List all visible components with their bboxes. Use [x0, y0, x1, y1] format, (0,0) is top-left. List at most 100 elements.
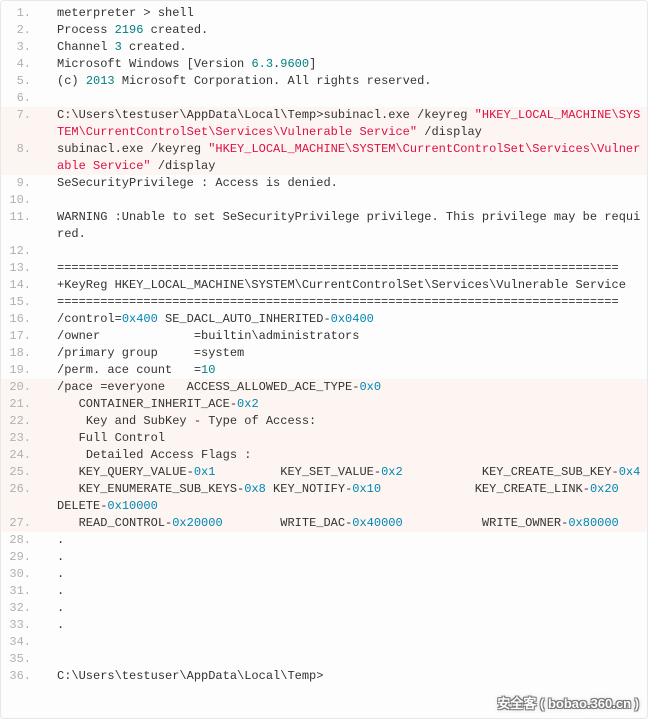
line-content[interactable]: .	[57, 566, 647, 583]
line-content[interactable]	[57, 651, 647, 668]
code-token: WRITE_DAC-	[223, 516, 353, 530]
line-number: 6.	[1, 90, 39, 107]
line-content[interactable]: WARNING :Unable to set SeSecurityPrivile…	[57, 209, 647, 243]
code-token: Channel	[57, 40, 115, 54]
line-content[interactable]: READ_CONTROL-0x20000 WRITE_DAC-0x40000 W…	[57, 515, 647, 532]
line-content[interactable]: .	[57, 583, 647, 600]
code-line: 22. Key and SubKey - Type of Access:	[1, 413, 647, 430]
code-line: 8.subinacl.exe /keyreg "HKEY_LOCAL_MACHI…	[1, 141, 647, 175]
line-number: 24.	[1, 447, 39, 464]
line-number: 17.	[1, 328, 39, 345]
code-token: KEY_CREATE_LINK-	[381, 482, 590, 496]
code-token: +KeyReg HKEY_LOCAL_MACHINE\SYSTEM\Curren…	[57, 278, 626, 292]
line-number: 12.	[1, 243, 39, 260]
code-line: 18./primary group =system	[1, 345, 647, 362]
line-content[interactable]: C:\Users\testuser\AppData\Local\Temp>sub…	[57, 107, 647, 141]
code-token: > shell	[143, 6, 193, 20]
code-token: 9600	[280, 57, 309, 71]
line-content[interactable]	[57, 634, 647, 651]
code-token: C:\Users\testuser\AppData\Local\Temp>sub…	[57, 108, 475, 122]
code-token: 0x10000	[107, 499, 157, 513]
code-token: Microsoft Corporation. All rights reserv…	[115, 74, 432, 88]
code-token: KEY_ENUMERATE_SUB_KEYS-	[57, 482, 244, 496]
line-number: 23.	[1, 430, 39, 447]
code-line: 16./control=0x400 SE_DACL_AUTO_INHERITED…	[1, 311, 647, 328]
line-content[interactable]: SeSecurityPrivilege : Access is denied.	[57, 175, 647, 192]
code-line: 36.C:\Users\testuser\AppData\Local\Temp>	[1, 668, 647, 685]
code-line: 11.WARNING :Unable to set SeSecurityPriv…	[1, 209, 647, 243]
code-token: Full Control	[57, 431, 165, 445]
line-content[interactable]: Process 2196 created.	[57, 22, 647, 39]
line-content[interactable]	[57, 243, 647, 260]
code-token	[57, 91, 64, 105]
code-token: /display	[151, 159, 216, 173]
code-token: 0x8	[244, 482, 266, 496]
code-token: subinacl.exe /keyreg	[57, 142, 208, 156]
line-content[interactable]: /owner =builtin\administrators	[57, 328, 647, 345]
code-token: 0x0400	[331, 312, 374, 326]
code-line: 3. Channel 3 created.	[1, 39, 647, 56]
line-number: 7.	[1, 107, 39, 124]
line-content[interactable]: meterpreter > shell	[57, 5, 647, 22]
line-number: 10.	[1, 192, 39, 209]
line-content[interactable]: .	[57, 549, 647, 566]
code-block[interactable]: 1.meterpreter > shell2.Process 2196 crea…	[1, 1, 647, 689]
line-number: 34.	[1, 634, 39, 651]
line-content[interactable]: /pace =everyone ACCESS_ALLOWED_ACE_TYPE-…	[57, 379, 647, 396]
code-line: 23. Full Control	[1, 430, 647, 447]
code-token: Detailed Access Flags :	[57, 448, 251, 462]
code-token: KEY_CREATE_SUB_KEY-	[403, 465, 619, 479]
code-token: created.	[122, 40, 187, 54]
line-content[interactable]: subinacl.exe /keyreg "HKEY_LOCAL_MACHINE…	[57, 141, 647, 175]
code-token: C:\Users\testuser\AppData\Local\Temp>	[57, 669, 323, 683]
code-token: 0x0	[359, 380, 381, 394]
line-content[interactable]: ========================================…	[57, 260, 647, 277]
line-content[interactable]: KEY_ENUMERATE_SUB_KEYS-0x8 KEY_NOTIFY-0x…	[57, 481, 647, 515]
line-number: 32.	[1, 600, 39, 617]
line-content[interactable]: ========================================…	[57, 294, 647, 311]
code-token: /owner =builtin\administrators	[57, 329, 359, 343]
line-content[interactable]: (c) 2013 Microsoft Corporation. All righ…	[57, 73, 647, 90]
line-content[interactable]: /perm. ace count =10	[57, 362, 647, 379]
code-token: KEY_QUERY_VALUE-	[57, 465, 194, 479]
code-token: SeSecurityPrivilege : Access is denied.	[57, 176, 338, 190]
line-content[interactable]: CONTAINER_INHERIT_ACE-0x2	[57, 396, 647, 413]
line-content[interactable]: +KeyReg HKEY_LOCAL_MACHINE\SYSTEM\Curren…	[57, 277, 647, 294]
code-token: 0x40000	[352, 516, 402, 530]
code-token: 6.3	[251, 57, 273, 71]
code-line: 32..	[1, 600, 647, 617]
line-content[interactable]: Detailed Access Flags :	[57, 447, 647, 464]
line-number: 31.	[1, 583, 39, 600]
code-token	[57, 635, 64, 649]
code-token: WARNING :Unable to set SeSecurityPrivile…	[57, 210, 640, 241]
line-content[interactable]: C:\Users\testuser\AppData\Local\Temp>	[57, 668, 647, 685]
line-number: 20.	[1, 379, 39, 396]
code-line: 24. Detailed Access Flags :	[1, 447, 647, 464]
line-number: 29.	[1, 549, 39, 566]
line-content[interactable]: Microsoft Windows [Version 6.3.9600]	[57, 56, 647, 73]
code-line: 9.SeSecurityPrivilege : Access is denied…	[1, 175, 647, 192]
line-content[interactable]: .	[57, 600, 647, 617]
code-line: 2. Process 2196 created.	[1, 22, 647, 39]
code-token: 0x20000	[172, 516, 222, 530]
code-token: (c)	[57, 74, 86, 88]
line-number: 33.	[1, 617, 39, 634]
line-content[interactable]: .	[57, 617, 647, 634]
code-token: CONTAINER_INHERIT_ACE-	[57, 397, 237, 411]
code-token: /control=	[57, 312, 122, 326]
line-number: 3.	[1, 39, 39, 56]
code-line: 6.	[1, 90, 647, 107]
line-content[interactable]: Key and SubKey - Type of Access:	[57, 413, 647, 430]
line-content[interactable]	[57, 90, 647, 107]
code-line: 7. C:\Users\testuser\AppData\Local\Temp>s…	[1, 107, 647, 141]
line-content[interactable]: .	[57, 532, 647, 549]
line-content[interactable]: /primary group =system	[57, 345, 647, 362]
line-number: 2.	[1, 22, 39, 39]
line-content[interactable]: KEY_QUERY_VALUE-0x1 KEY_SET_VALUE-0x2 KE…	[57, 464, 647, 481]
line-content[interactable]: Channel 3 created.	[57, 39, 647, 56]
code-token: ========================================…	[57, 261, 619, 275]
line-content[interactable]: Full Control	[57, 430, 647, 447]
code-token: 2196	[115, 23, 144, 37]
line-content[interactable]: /control=0x400 SE_DACL_AUTO_INHERITED-0x…	[57, 311, 647, 328]
line-content[interactable]	[57, 192, 647, 209]
